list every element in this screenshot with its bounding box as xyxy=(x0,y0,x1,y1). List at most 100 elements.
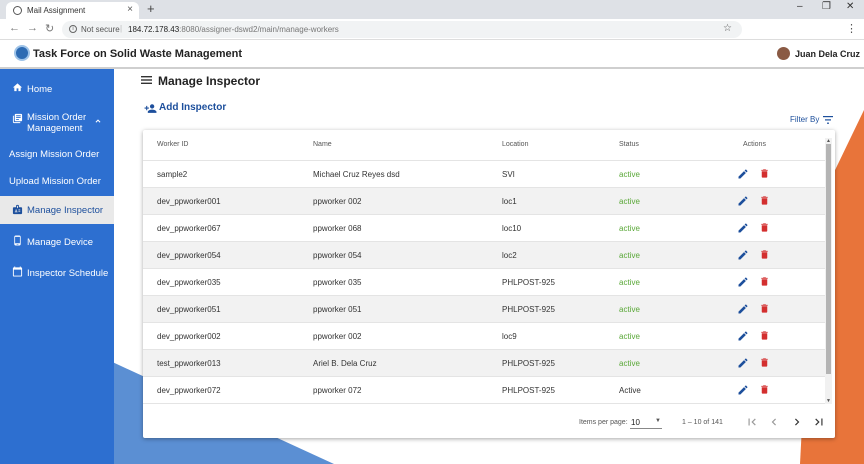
delete-icon[interactable] xyxy=(759,302,770,315)
list-icon xyxy=(12,113,23,124)
sidebar-item-assign-mission-order[interactable]: Assign Mission Order xyxy=(0,145,114,163)
worker-id-cell: dev_ppworker035 xyxy=(157,278,221,287)
scroll-down-icon[interactable]: ▼ xyxy=(826,398,831,404)
column-header-worker-id[interactable]: Worker ID xyxy=(157,141,188,148)
name-cell: ppworker 068 xyxy=(313,224,362,233)
column-header-location[interactable]: Location xyxy=(502,141,528,148)
table-row: dev_ppworker072 ppworker 072 PHLPOST-925 Ac… xyxy=(143,377,825,404)
name-cell: Michael Cruz Reyes dsd xyxy=(313,170,400,179)
edit-icon[interactable] xyxy=(737,384,749,396)
column-header-name[interactable]: Name xyxy=(313,141,332,148)
table-row: dev_ppworker035 ppworker 035 PHLPOST-925 ac… xyxy=(143,269,825,296)
name-cell: Ariel B. Dela Cruz xyxy=(313,359,377,368)
last-page-icon[interactable] xyxy=(812,415,826,429)
sidebar-item-manage-device[interactable]: Manage Device xyxy=(0,233,114,251)
scrollbar-thumb[interactable] xyxy=(826,144,831,374)
delete-icon[interactable] xyxy=(759,383,770,396)
table-row: dev_ppworker067 ppworker 068 loc10 active xyxy=(143,215,825,242)
delete-icon[interactable] xyxy=(759,248,770,261)
edit-icon[interactable] xyxy=(737,357,749,369)
delete-icon[interactable] xyxy=(759,356,770,369)
menu-icon[interactable] xyxy=(141,76,152,84)
user-name[interactable]: Juan Dela Cruz xyxy=(795,49,860,59)
previous-page-icon[interactable] xyxy=(767,415,781,429)
worker-id-cell: test_ppworker013 xyxy=(157,359,221,368)
sidebar-item-label: Manage Device xyxy=(27,237,94,248)
delete-icon[interactable] xyxy=(759,167,770,180)
column-header-status[interactable]: Status xyxy=(619,141,639,148)
chevron-up-icon[interactable] xyxy=(93,116,103,126)
table-row: sample2 Michael Cruz Reyes dsd SVI active xyxy=(143,161,825,188)
location-cell: PHLPOST-925 xyxy=(502,359,555,368)
url-text: 184.72.178.43:8080/assigner-dswd2/main/m… xyxy=(128,25,339,34)
sidebar-item-label: Assign Mission Order xyxy=(9,149,100,160)
home-icon xyxy=(12,83,23,92)
forward-icon[interactable]: → xyxy=(27,22,38,34)
status-cell: active xyxy=(619,332,640,341)
edit-icon[interactable] xyxy=(737,303,749,315)
edit-icon[interactable] xyxy=(737,330,749,342)
browser-tab-bar: Mail Assignment × + – ❐ ✕ xyxy=(0,0,864,19)
phone-icon xyxy=(14,235,21,246)
sidebar-item-upload-mission-order[interactable]: Upload Mission Order xyxy=(0,172,114,190)
edit-icon[interactable] xyxy=(737,249,749,261)
back-icon[interactable]: ← xyxy=(9,22,20,34)
edit-icon[interactable] xyxy=(737,168,749,180)
delete-icon[interactable] xyxy=(759,329,770,342)
name-cell: ppworker 035 xyxy=(313,278,362,287)
filter-by-button[interactable]: Filter By xyxy=(790,115,833,124)
bookmark-star-icon[interactable]: ☆ xyxy=(723,23,732,34)
first-page-icon[interactable] xyxy=(745,415,759,429)
new-tab-button[interactable]: + xyxy=(147,1,155,16)
worker-id-cell: dev_ppworker072 xyxy=(157,386,221,395)
location-cell: PHLPOST-925 xyxy=(502,278,555,287)
sidebar-item-manage-inspector[interactable]: Manage Inspector xyxy=(0,196,114,224)
status-cell: active xyxy=(619,197,640,206)
name-cell: ppworker 002 xyxy=(313,332,362,341)
next-page-icon[interactable] xyxy=(790,415,804,429)
sidebar-item-home[interactable]: Home xyxy=(0,79,114,99)
edit-icon[interactable] xyxy=(737,222,749,234)
status-cell: active xyxy=(619,170,640,179)
table-row: dev_ppworker054 ppworker 054 loc2 active xyxy=(143,242,825,269)
avatar[interactable] xyxy=(777,47,790,60)
location-cell: PHLPOST-925 xyxy=(502,305,555,314)
delete-icon[interactable] xyxy=(759,275,770,288)
edit-icon[interactable] xyxy=(737,276,749,288)
filter-by-label: Filter By xyxy=(790,115,820,124)
sidebar-item-mission-order-management[interactable]: Mission Order Management xyxy=(0,109,114,137)
delete-icon[interactable] xyxy=(759,221,770,234)
location-cell: loc9 xyxy=(502,332,517,341)
not-secure-label: Not secure xyxy=(81,25,120,34)
url-path: :8080/assigner-dswd2/main/manage-workers xyxy=(179,25,339,34)
location-cell: loc10 xyxy=(502,224,522,233)
paginator: Items per page: 10 ▼ 1 – 10 of 141 xyxy=(143,408,835,438)
url-field[interactable]: i Not secure | 184.72.178.43:8080/assign… xyxy=(62,21,742,38)
close-tab-icon[interactable]: × xyxy=(127,4,133,15)
edit-icon[interactable] xyxy=(737,195,749,207)
globe-icon xyxy=(13,6,22,15)
page-title: Manage Inspector xyxy=(158,74,261,88)
items-per-page-select[interactable]: 10 ▼ xyxy=(630,416,662,429)
window-close-icon[interactable]: ✕ xyxy=(846,1,854,12)
worker-id-cell: sample2 xyxy=(157,170,188,179)
sidebar-item-label: Home xyxy=(27,84,53,95)
calendar-icon xyxy=(12,266,23,277)
sidebar-item-label: Mission Order Management xyxy=(27,112,86,134)
maximize-icon[interactable]: ❐ xyxy=(822,1,831,12)
sidebar-item-label: Inspector Schedule xyxy=(27,268,109,279)
browser-menu-icon[interactable]: ⋮ xyxy=(846,22,857,35)
reload-icon[interactable]: ↻ xyxy=(45,22,54,35)
badge-icon xyxy=(12,204,23,215)
minimize-icon[interactable]: – xyxy=(797,1,803,12)
worker-id-cell: dev_ppworker067 xyxy=(157,224,221,233)
location-cell: SVI xyxy=(502,170,515,179)
table-scrollbar[interactable]: ▲ ▼ xyxy=(825,138,832,404)
url-host: 184.72.178.43 xyxy=(128,25,180,34)
delete-icon[interactable] xyxy=(759,194,770,207)
items-per-page-label: Items per page: xyxy=(579,419,628,426)
table-header: Worker ID Name Location Status Actions xyxy=(143,130,825,161)
sidebar-item-inspector-schedule[interactable]: Inspector Schedule xyxy=(0,264,114,282)
browser-tab[interactable]: Mail Assignment × xyxy=(6,2,139,19)
info-icon[interactable]: i xyxy=(69,25,77,33)
